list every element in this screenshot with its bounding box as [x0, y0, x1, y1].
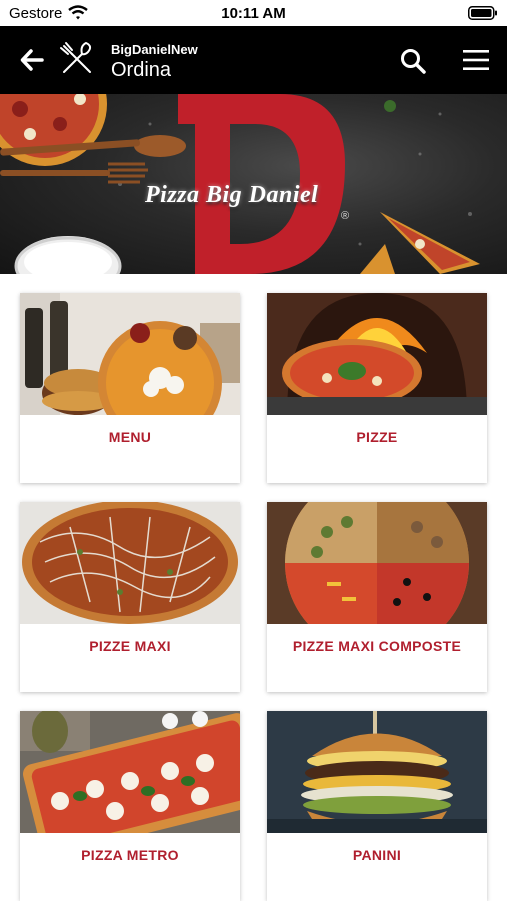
category-label: MENU [108, 429, 152, 445]
flour-bowl [14, 236, 122, 274]
category-image-pizze-maxi [20, 502, 240, 624]
brand-name: Pizza Big Daniel [145, 182, 319, 208]
status-time: 10:11 AM [221, 5, 286, 22]
category-image-pizza-metro [20, 711, 240, 833]
category-label: PIZZE [356, 429, 398, 445]
category-image-pizze [267, 293, 487, 415]
pizza-top-left [0, 94, 107, 166]
registered-mark: ® [341, 210, 349, 222]
category-image-pizze-maxi-composte [267, 502, 487, 624]
hamburger-menu-icon[interactable] [461, 45, 491, 75]
category-label: PIZZE MAXI COMPOSTE [292, 638, 462, 654]
category-card-pizze[interactable]: PIZZE [267, 293, 487, 483]
header-subtitle: BigDanielNew [111, 42, 198, 57]
category-image-menu [20, 293, 240, 415]
search-icon[interactable] [399, 47, 427, 75]
app-header: BigDanielNew Ordina [0, 26, 507, 94]
back-arrow-icon[interactable] [18, 46, 46, 74]
category-card-pizze-maxi[interactable]: PIZZE MAXI [20, 502, 240, 692]
category-label: PIZZE MAXI [89, 638, 171, 654]
category-image-panini [267, 711, 487, 833]
status-bar: Gestore 10:11 AM [0, 0, 507, 26]
category-label: PIZZA METRO [81, 847, 179, 863]
category-grid: MENU PIZZE PIZZE MAXI PIZZE MAXI COMPOST… [0, 274, 507, 901]
category-card-pizza-metro[interactable]: PIZZA METRO [20, 711, 240, 901]
category-card-menu[interactable]: MENU [20, 293, 240, 483]
category-label: PANINI [352, 847, 402, 863]
battery-icon [468, 6, 497, 20]
utensils-icon [60, 41, 92, 73]
page-title: Ordina [111, 59, 172, 81]
category-card-panini[interactable]: PANINI [267, 711, 487, 901]
pizza-slices [360, 100, 480, 274]
hero-banner: ® Pizza Big Daniel [0, 94, 507, 274]
category-card-pizze-maxi-composte[interactable]: PIZZE MAXI COMPOSTE [267, 502, 487, 692]
